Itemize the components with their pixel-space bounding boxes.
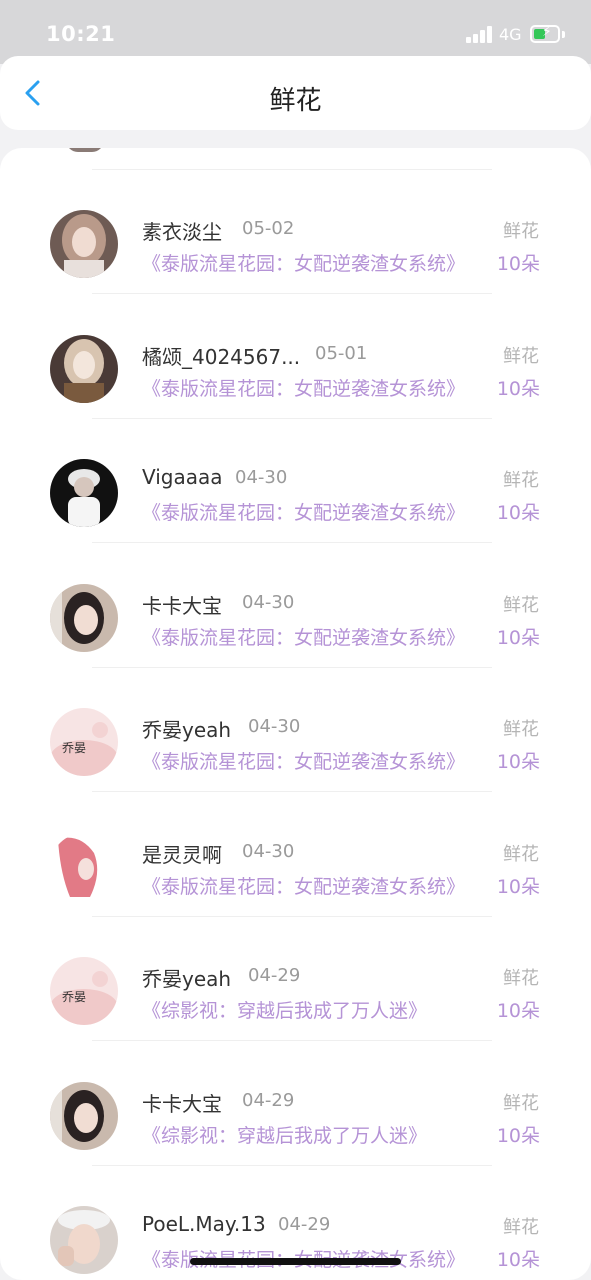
book-title[interactable]: 《泰版流星花园：女配逆袭渣女系统》 bbox=[142, 872, 465, 899]
date: 05-01 bbox=[315, 343, 368, 364]
user-name[interactable]: 乔晏yeah bbox=[142, 714, 231, 743]
list-item[interactable]: Vigaaaa 04-30 鲜花 《泰版流星花园：女配逆袭渣女系统》 10朵 bbox=[0, 459, 591, 583]
user-name[interactable]: 卡卡大宝 bbox=[142, 1088, 222, 1117]
gift-type: 鲜花 bbox=[503, 719, 539, 740]
date: 04-29 bbox=[278, 1214, 331, 1235]
gift-count: 10朵 bbox=[496, 502, 540, 524]
gift-count: 10朵 bbox=[496, 751, 540, 773]
battery-tip bbox=[562, 31, 565, 38]
date: 04-30 bbox=[242, 841, 295, 862]
user-name[interactable]: 乔晏yeah bbox=[142, 963, 231, 992]
book-title[interactable]: 《综影视：穿越后我成了万人迷》 bbox=[142, 1121, 427, 1148]
list-item[interactable]: 卡卡大宝 04-30 鲜花 《泰版流星花园：女配逆袭渣女系统》 10朵 bbox=[0, 584, 591, 708]
avatar[interactable]: 乔晏 bbox=[50, 708, 118, 776]
gift-count: 10朵 bbox=[496, 1249, 540, 1271]
gift-type: 鲜花 bbox=[503, 1093, 539, 1114]
book-title[interactable]: 《泰版流星花园：女配逆袭渣女系统》 bbox=[142, 249, 465, 276]
gift-record-list: 素衣淡尘 05-02 鲜花 《泰版流星花园：女配逆袭渣女系统》 10朵 橘颂_4… bbox=[0, 148, 591, 1280]
gift-type: 鲜花 bbox=[503, 470, 539, 491]
divider bbox=[92, 1040, 492, 1041]
svg-text:乔晏: 乔晏 bbox=[62, 741, 86, 755]
avatar[interactable] bbox=[50, 335, 118, 403]
svg-text:乔晏: 乔晏 bbox=[62, 990, 86, 1004]
list-item[interactable]: 卡卡大宝 04-29 鲜花 《综影视：穿越后我成了万人迷》 10朵 bbox=[0, 1082, 591, 1206]
divider bbox=[92, 916, 492, 917]
status-time: 10:21 bbox=[46, 22, 116, 46]
gift-type: 鲜花 bbox=[503, 844, 539, 865]
gift-type: 鲜花 bbox=[503, 595, 539, 616]
divider bbox=[92, 293, 492, 294]
user-name[interactable]: 素衣淡尘 bbox=[142, 216, 222, 245]
date: 04-30 bbox=[248, 716, 301, 737]
gift-count: 10朵 bbox=[496, 627, 540, 649]
avatar[interactable] bbox=[50, 210, 118, 278]
avatar[interactable] bbox=[50, 584, 118, 652]
gift-count: 10朵 bbox=[496, 378, 540, 400]
list-item[interactable]: 橘颂_4024567... 05-01 鲜花 《泰版流星花园：女配逆袭渣女系统》… bbox=[0, 335, 591, 459]
avatar[interactable] bbox=[50, 459, 118, 527]
gift-count: 10朵 bbox=[496, 1125, 540, 1147]
book-title[interactable]: 《泰版流星花园：女配逆袭渣女系统》 bbox=[142, 747, 465, 774]
avatar[interactable] bbox=[50, 1082, 118, 1150]
list-item[interactable]: 乔晏 乔晏yeah 04-29 鲜花 《综影视：穿越后我成了万人迷》 10朵 bbox=[0, 957, 591, 1081]
divider bbox=[92, 542, 492, 543]
nav-bar: 鲜花 bbox=[0, 56, 591, 130]
list-item[interactable]: 素衣淡尘 05-02 鲜花 《泰版流星花园：女配逆袭渣女系统》 10朵 bbox=[0, 210, 591, 334]
list-item[interactable]: 乔晏 乔晏yeah 04-30 鲜花 《泰版流星花园：女配逆袭渣女系统》 10朵 bbox=[0, 708, 591, 832]
book-title[interactable]: 《泰版流星花园：女配逆袭渣女系统》 bbox=[142, 623, 465, 650]
gift-count: 10朵 bbox=[496, 1000, 540, 1022]
battery-icon: ⚡ bbox=[530, 24, 560, 43]
list-item[interactable]: 是灵灵啊 04-30 鲜花 《泰版流星花园：女配逆袭渣女系统》 10朵 bbox=[0, 833, 591, 957]
home-indicator bbox=[190, 1258, 401, 1265]
page-title: 鲜花 bbox=[269, 86, 322, 116]
status-bar: 10:21 4G ⚡ bbox=[0, 0, 591, 64]
divider bbox=[92, 418, 492, 419]
avatar bbox=[66, 148, 104, 152]
gift-count: 10朵 bbox=[496, 876, 540, 898]
avatar[interactable]: 乔晏 bbox=[50, 957, 118, 1025]
signal-icon bbox=[466, 26, 492, 43]
book-title[interactable]: 《泰版流星花园：女配逆袭渣女系统》 bbox=[142, 498, 465, 525]
divider bbox=[92, 667, 492, 668]
date: 04-30 bbox=[242, 592, 295, 613]
gift-type: 鲜花 bbox=[503, 346, 539, 367]
avatar[interactable] bbox=[50, 833, 118, 901]
gift-type: 鲜花 bbox=[503, 968, 539, 989]
user-name[interactable]: 是灵灵啊 bbox=[142, 839, 222, 868]
book-title[interactable]: 《泰版流星花园：女配逆袭渣女系统》 bbox=[142, 374, 465, 401]
divider bbox=[92, 1165, 492, 1166]
date: 04-30 bbox=[235, 467, 288, 488]
date: 04-29 bbox=[242, 1090, 295, 1111]
gift-count: 10朵 bbox=[496, 253, 540, 275]
list-item[interactable]: PoeL.May.13 04-29 鲜花 《泰版流星花园：女配逆袭渣女系统》 1… bbox=[0, 1206, 591, 1280]
divider bbox=[92, 791, 492, 792]
book-title[interactable]: 《综影视：穿越后我成了万人迷》 bbox=[142, 996, 427, 1023]
user-name[interactable]: PoeL.May.13 bbox=[142, 1212, 266, 1236]
date: 04-29 bbox=[248, 965, 301, 986]
user-name[interactable]: 卡卡大宝 bbox=[142, 590, 222, 619]
gift-type: 鲜花 bbox=[503, 1217, 539, 1238]
network-type: 4G bbox=[499, 25, 522, 44]
user-name[interactable]: 橘颂_4024567... bbox=[142, 341, 300, 370]
gift-type: 鲜花 bbox=[503, 221, 539, 242]
date: 05-02 bbox=[242, 218, 295, 239]
user-name[interactable]: Vigaaaa bbox=[142, 465, 223, 489]
divider bbox=[92, 169, 492, 170]
avatar[interactable] bbox=[50, 1206, 118, 1274]
